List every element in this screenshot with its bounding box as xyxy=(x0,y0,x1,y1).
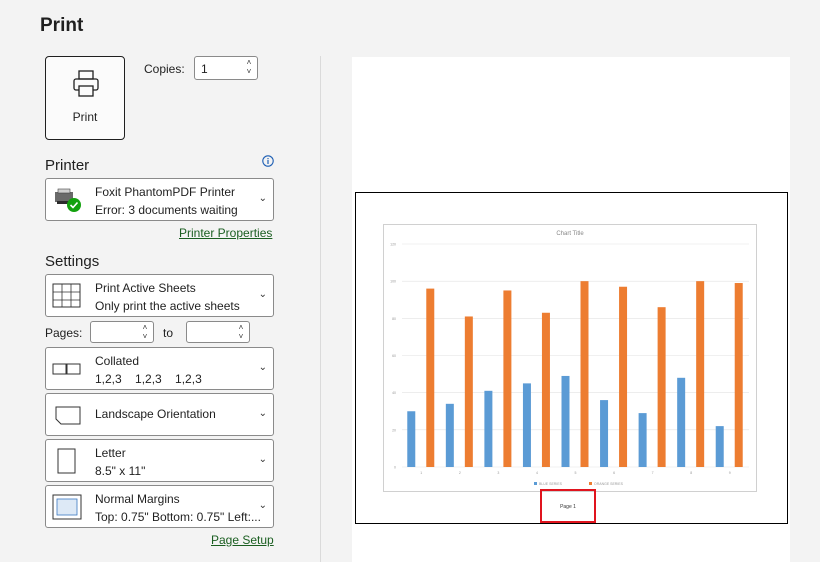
paper-size-subtitle: 8.5" x 11" xyxy=(95,464,146,478)
settings-section-label: Settings xyxy=(45,253,100,270)
chevron-down-icon: ⌄ xyxy=(258,288,267,300)
bar-orange xyxy=(657,307,666,467)
orientation-dropdown[interactable]: Landscape Orientation ⌄ xyxy=(45,393,274,436)
bar-blue xyxy=(638,413,647,467)
bar-blue xyxy=(445,403,454,467)
orientation-title: Landscape Orientation xyxy=(95,407,216,421)
print-button-label: Print xyxy=(72,110,98,124)
pages-to-input[interactable]: ˄ ˅ xyxy=(186,321,250,343)
y-tick-label: 40 xyxy=(392,391,396,395)
bar-orange xyxy=(541,312,550,467)
bar-chart: Chart Title 0 20 40 60 80 100 120 1 2 3 4 5 6 7 8 9 BLUE … xyxy=(390,231,749,486)
y-tick-label: 80 xyxy=(392,317,396,321)
page-footer-text: Page 1 xyxy=(560,504,576,510)
printer-icon xyxy=(73,70,99,97)
bar-blue xyxy=(677,377,686,467)
bar-blue xyxy=(561,375,570,467)
stepper-arrows-icon[interactable]: ˄ ˅ xyxy=(140,323,150,341)
footer-highlight: Page 1 xyxy=(540,489,596,523)
chevron-down-icon: ⌄ xyxy=(258,453,267,465)
stepper-arrows-icon[interactable]: ˄ ˅ xyxy=(244,58,254,76)
landscape-page-icon xyxy=(55,406,81,425)
x-tick-label: 2 xyxy=(459,471,461,475)
x-tick-label: 5 xyxy=(575,471,577,475)
legend-swatch xyxy=(589,482,592,485)
printer-dropdown[interactable]: Foxit PhantomPDF Printer Error: 3 docume… xyxy=(45,178,274,221)
y-tick-label: 0 xyxy=(394,466,396,470)
paper-size-title: Letter xyxy=(95,446,126,460)
bar-orange xyxy=(464,316,473,467)
preview-chart: Chart Title 0 20 40 60 80 100 120 1 2 3 4 5 6 7 8 9 BLUE … xyxy=(383,224,757,492)
x-tick-label: 6 xyxy=(613,471,615,475)
print-what-title: Print Active Sheets xyxy=(95,281,196,295)
y-tick-label: 100 xyxy=(390,280,396,284)
copies-label: Copies: xyxy=(144,62,185,76)
printer-ready-icon xyxy=(55,188,81,212)
legend-label: BLUE SERIES xyxy=(539,482,563,486)
print-what-subtitle: Only print the active sheets xyxy=(95,299,240,313)
legend-swatch xyxy=(534,482,537,485)
stepper-arrows-icon[interactable]: ˄ ˅ xyxy=(236,323,246,341)
chevron-down-icon: ⌄ xyxy=(258,499,267,511)
y-tick-label: 20 xyxy=(392,428,396,432)
collation-title: Collated xyxy=(95,354,140,368)
page-setup-link[interactable]: Page Setup xyxy=(211,533,274,547)
print-what-dropdown[interactable]: Print Active Sheets Only print the activ… xyxy=(45,274,274,317)
bar-blue xyxy=(600,400,609,467)
bar-blue xyxy=(522,383,531,467)
margins-subtitle: Top: 0.75" Bottom: 0.75" Left:... xyxy=(95,510,261,524)
margins-title: Normal Margins xyxy=(95,492,180,506)
pages-to-label: to xyxy=(163,326,174,340)
bar-blue xyxy=(407,411,416,467)
bar-orange xyxy=(503,290,512,467)
printer-section-label: Printer xyxy=(45,157,90,174)
y-tick-label: 120 xyxy=(390,243,396,247)
bar-orange xyxy=(619,286,628,467)
x-tick-label: 8 xyxy=(690,471,692,475)
paper-size-dropdown[interactable]: Letter 8.5" x 11" ⌄ xyxy=(45,439,274,482)
printer-name: Foxit PhantomPDF Printer xyxy=(95,185,236,199)
printer-status: Error: 3 documents waiting xyxy=(95,203,238,217)
collation-dropdown[interactable]: Collated 1,2,3 1,2,3 1,2,3 ⌄ xyxy=(45,347,274,390)
x-tick-label: 3 xyxy=(497,471,499,475)
paper-size-icon xyxy=(57,448,76,474)
bar-blue xyxy=(484,390,493,467)
x-tick-label: 4 xyxy=(536,471,538,475)
pages-label: Pages: xyxy=(45,326,83,340)
chevron-down-icon: ⌄ xyxy=(258,361,267,373)
chevron-down-icon: ⌄ xyxy=(258,192,267,204)
bar-blue xyxy=(715,426,724,467)
print-button[interactable]: Print xyxy=(45,56,125,140)
collation-subtitle: 1,2,3 1,2,3 1,2,3 xyxy=(95,372,202,386)
margins-icon xyxy=(52,494,82,520)
x-tick-label: 7 xyxy=(652,471,654,475)
pages-from-input[interactable]: ˄ ˅ xyxy=(90,321,154,343)
bar-orange xyxy=(580,281,589,467)
x-tick-label: 9 xyxy=(729,471,731,475)
copies-value: 1 xyxy=(201,62,208,76)
copies-stepper[interactable]: 1 ˄ ˅ xyxy=(194,56,258,80)
pane-divider xyxy=(320,56,321,562)
x-tick-label: 1 xyxy=(420,471,422,475)
printer-properties-link[interactable]: Printer Properties xyxy=(179,226,272,240)
legend-label: ORANGE SERIES xyxy=(594,482,624,486)
page-title: Print xyxy=(40,15,84,36)
info-icon[interactable] xyxy=(262,155,274,167)
bar-orange xyxy=(696,281,705,467)
bar-orange xyxy=(734,283,743,467)
y-tick-label: 60 xyxy=(392,354,396,358)
chart-title: Chart Title xyxy=(556,231,584,237)
chevron-down-icon: ⌄ xyxy=(258,407,267,419)
sheet-grid-icon xyxy=(52,283,81,308)
bar-orange xyxy=(426,288,435,467)
collated-pages-icon xyxy=(52,363,81,375)
margins-dropdown[interactable]: Normal Margins Top: 0.75" Bottom: 0.75" … xyxy=(45,485,274,528)
